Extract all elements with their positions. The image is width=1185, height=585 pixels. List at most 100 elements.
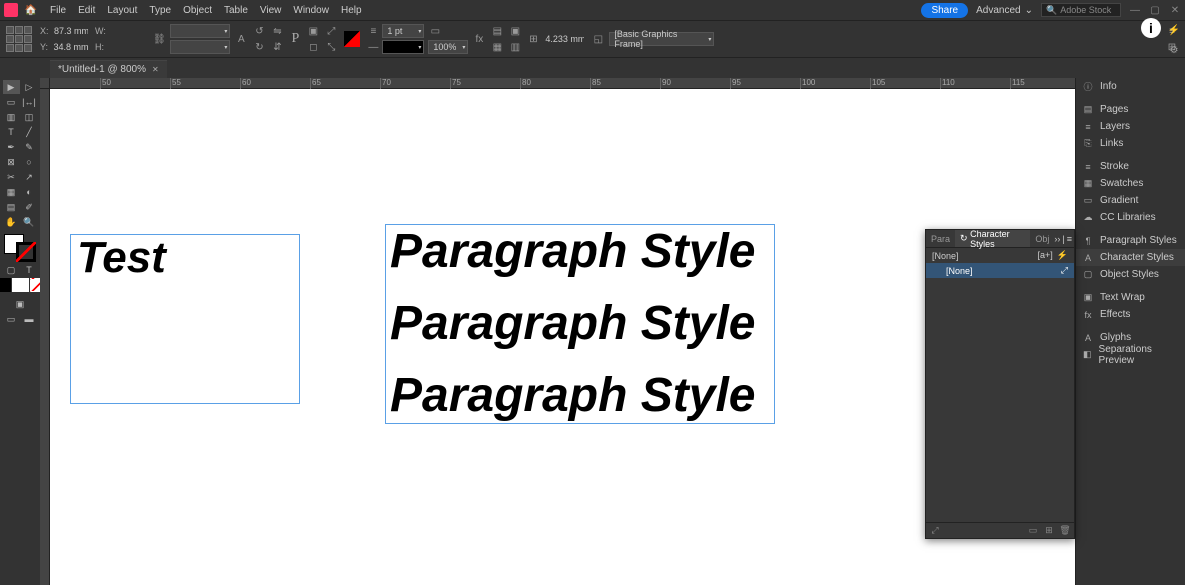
gap-tool[interactable]: |↔| bbox=[21, 95, 38, 109]
apply-none-icon[interactable] bbox=[0, 278, 11, 292]
style-header-row[interactable]: [None] [a+]⚡ bbox=[926, 248, 1074, 263]
panel-links[interactable]: ⎘Links bbox=[1076, 135, 1185, 152]
page-canvas[interactable]: Test Paragraph Style Paragraph Style Par… bbox=[50, 89, 1075, 585]
restore-icon[interactable]: ▢ bbox=[1149, 4, 1161, 16]
eyedropper-tool[interactable]: ✐ bbox=[21, 200, 38, 214]
scale-y-dd[interactable] bbox=[170, 40, 230, 54]
panel-object-styles[interactable]: ▢Object Styles bbox=[1076, 266, 1185, 283]
panel-separations[interactable]: ◧Separations Preview bbox=[1076, 346, 1185, 363]
panel-menu-icon[interactable]: ≡ bbox=[1067, 234, 1072, 244]
scissors-tool[interactable]: ✂ bbox=[3, 170, 20, 184]
rotate-cw-icon[interactable]: ↻ bbox=[252, 40, 266, 54]
flip-v-icon[interactable]: ⇵ bbox=[270, 40, 284, 54]
selection-tool[interactable]: ▶ bbox=[3, 80, 20, 94]
style-item-none[interactable]: [None] ⤢ bbox=[926, 263, 1074, 278]
scale-x-dd[interactable] bbox=[170, 24, 230, 38]
object-style-dd[interactable]: [Basic Graphics Frame] bbox=[609, 32, 714, 46]
flip-h-icon[interactable]: ⇋ bbox=[270, 24, 284, 38]
menu-layout[interactable]: Layout bbox=[101, 5, 143, 16]
panel-paragraph-styles[interactable]: ¶Paragraph Styles bbox=[1076, 232, 1185, 249]
minimize-icon[interactable]: — bbox=[1129, 4, 1141, 16]
textwrap-bb-icon[interactable]: ▦ bbox=[490, 40, 504, 54]
panel-cclibraries[interactable]: ☁CC Libraries bbox=[1076, 209, 1185, 226]
panel-character-styles[interactable]: ACharacter Styles bbox=[1076, 249, 1185, 266]
corner-options-icon[interactable]: ◱ bbox=[591, 32, 605, 46]
fit-content-icon[interactable]: ⤢ bbox=[324, 24, 338, 38]
effects-icon[interactable]: fx bbox=[472, 32, 486, 46]
info-bubble-icon[interactable]: i bbox=[1141, 18, 1161, 38]
content-collector-tool[interactable]: ▥ bbox=[3, 110, 20, 124]
panel-info[interactable]: ⓘInfo bbox=[1076, 78, 1185, 95]
fill-stroke-proxy[interactable] bbox=[4, 234, 36, 262]
menu-help[interactable]: Help bbox=[335, 5, 368, 16]
note-tool[interactable]: ▤ bbox=[3, 200, 20, 214]
menu-edit[interactable]: Edit bbox=[72, 5, 101, 16]
ellipse-tool[interactable]: ○ bbox=[21, 155, 38, 169]
view-mode-preview[interactable]: ▭ bbox=[3, 312, 20, 326]
menu-table[interactable]: Table bbox=[218, 5, 254, 16]
close-icon[interactable]: ✕ bbox=[1169, 4, 1181, 16]
workspace-switcher[interactable]: Advanced⌄ bbox=[976, 5, 1033, 16]
menu-file[interactable]: File bbox=[44, 5, 72, 16]
x-input[interactable] bbox=[51, 24, 91, 38]
document-tab[interactable]: *Untitled-1 @ 800% ✕ bbox=[50, 60, 167, 78]
stroke-weight-dd[interactable]: 1 pt bbox=[382, 24, 424, 38]
vertical-ruler[interactable] bbox=[40, 89, 50, 585]
opacity-dd[interactable]: 100% bbox=[428, 40, 468, 54]
panel-tab-paragraph[interactable]: Para bbox=[926, 230, 955, 247]
panel-swatches[interactable]: ▦Swatches bbox=[1076, 175, 1185, 192]
character-styles-panel[interactable]: Para ↻ Character Styles Obj ››|≡ [None] … bbox=[925, 229, 1075, 539]
w-input[interactable] bbox=[108, 24, 148, 38]
panel-text-wrap[interactable]: ▣Text Wrap bbox=[1076, 289, 1185, 306]
rotate-ccw-icon[interactable]: ↺ bbox=[252, 24, 266, 38]
gradient-swatch-tool[interactable]: ▦ bbox=[3, 185, 20, 199]
view-mode-normal[interactable]: ▣ bbox=[12, 297, 29, 311]
zoom-tool[interactable]: 🔍 bbox=[21, 215, 38, 229]
menu-type[interactable]: Type bbox=[143, 5, 177, 16]
formatting-text-icon[interactable]: T bbox=[21, 263, 38, 277]
text-frame-1[interactable]: Test bbox=[70, 234, 300, 404]
canvas-area[interactable]: 50556065707580859095100105110115 Test Pa… bbox=[40, 78, 1075, 585]
select-content-icon[interactable]: ◻ bbox=[306, 40, 320, 54]
pencil-tool[interactable]: ✎ bbox=[21, 140, 38, 154]
paragraph-icon[interactable]: P bbox=[288, 32, 302, 46]
select-container-icon[interactable]: ▣ bbox=[306, 24, 320, 38]
panel-layers[interactable]: ≡Layers bbox=[1076, 118, 1185, 135]
formatting-container-icon[interactable]: ▢ bbox=[3, 263, 20, 277]
collapse-icon[interactable]: ›› bbox=[1054, 234, 1060, 244]
horizontal-ruler[interactable]: 50556065707580859095100105110115 bbox=[50, 78, 1075, 89]
type-tool[interactable]: T bbox=[3, 125, 20, 139]
page-tool[interactable]: ▭ bbox=[3, 95, 20, 109]
new-style-icon[interactable]: ⊞ bbox=[1044, 526, 1054, 536]
panel-effects[interactable]: fxEffects bbox=[1076, 306, 1185, 323]
stroke-style-dd[interactable] bbox=[382, 40, 424, 54]
stock-search-input[interactable]: 🔍Adobe Stock bbox=[1041, 3, 1121, 17]
panel-tab-object[interactable]: Obj bbox=[1030, 230, 1054, 247]
free-transform-tool[interactable]: ↗ bbox=[21, 170, 38, 184]
quick-apply-icon[interactable]: ⚡ bbox=[1057, 250, 1068, 261]
autofit-icon[interactable]: ▭ bbox=[428, 24, 442, 38]
gutter-input[interactable] bbox=[542, 32, 587, 46]
panel-pages[interactable]: ▤Pages bbox=[1076, 101, 1185, 118]
direct-selection-tool[interactable]: ▷ bbox=[21, 80, 38, 94]
panel-tab-character[interactable]: ↻ Character Styles bbox=[955, 230, 1030, 247]
textwrap-shape-icon[interactable]: ▣ bbox=[508, 24, 522, 38]
gradient-feather-tool[interactable]: ◐ bbox=[21, 185, 38, 199]
line-tool[interactable]: ╱ bbox=[21, 125, 38, 139]
hand-tool[interactable]: ✋ bbox=[3, 215, 20, 229]
share-button[interactable]: Share bbox=[921, 3, 968, 18]
delete-style-icon[interactable]: 🗑 bbox=[1060, 526, 1070, 536]
edit-style-icon[interactable]: ⤢ bbox=[1061, 265, 1068, 276]
view-mode-presentation[interactable]: ▬ bbox=[21, 312, 38, 326]
gear-icon[interactable]: ⚙ bbox=[1167, 43, 1181, 57]
constrain-icon[interactable]: ⛓ bbox=[152, 32, 166, 46]
menu-window[interactable]: Window bbox=[287, 5, 335, 16]
fill-stroke-swatch[interactable] bbox=[344, 31, 360, 47]
panel-stroke[interactable]: ≡Stroke bbox=[1076, 158, 1185, 175]
menu-object[interactable]: Object bbox=[177, 5, 218, 16]
folder-icon[interactable]: ▭ bbox=[1028, 526, 1038, 536]
menu-view[interactable]: View bbox=[254, 5, 288, 16]
panel-gradient[interactable]: ▭Gradient bbox=[1076, 192, 1185, 209]
content-placer-tool[interactable]: ◫ bbox=[21, 110, 38, 124]
home-icon[interactable]: 🏠 bbox=[24, 3, 38, 17]
